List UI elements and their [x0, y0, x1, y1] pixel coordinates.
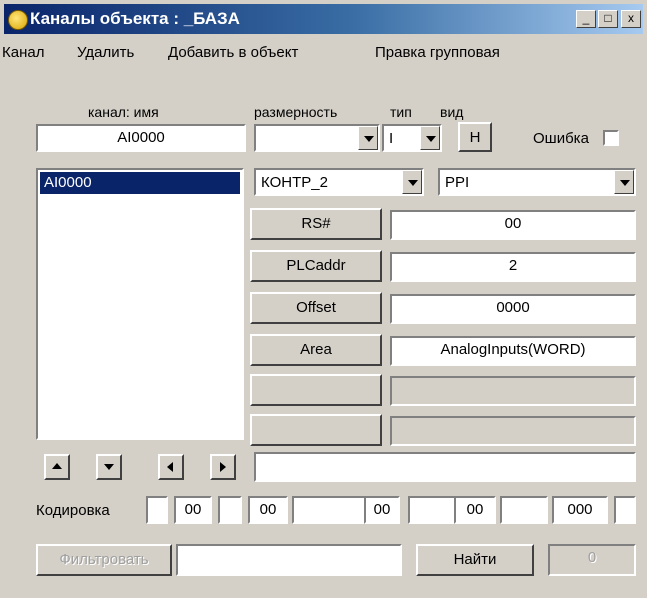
encoding-field-9[interactable] [500, 496, 548, 524]
app-icon [8, 10, 28, 30]
menu-channel[interactable]: Канал [2, 44, 44, 61]
window-title: Каналы объекта : _БАЗА [30, 9, 240, 28]
param-rs-value[interactable]: 00 [390, 210, 636, 240]
param-6-button[interactable] [250, 414, 382, 446]
close-button[interactable]: x [621, 10, 641, 28]
maximize-button[interactable]: □ [598, 10, 618, 28]
encoding-field-6[interactable]: 00 [364, 496, 400, 524]
param-area-button[interactable]: Area [250, 334, 382, 366]
encoding-field-4[interactable]: 00 [248, 496, 288, 524]
encoding-field-8[interactable]: 00 [454, 496, 496, 524]
channel-name-label: канал: имя [88, 104, 159, 120]
param-offset-value[interactable]: 0000 [390, 294, 636, 324]
count-field: 0 [548, 544, 636, 576]
dimension-label: размерность [254, 104, 338, 120]
move-right-icon[interactable] [210, 454, 236, 480]
type-combo[interactable]: I [382, 124, 442, 152]
encoding-label: Кодировка [36, 502, 110, 519]
encoding-field-10[interactable]: 000 [552, 496, 608, 524]
param-6-value [390, 416, 636, 446]
main-panel: канал: имя размерность тип вид AI0000 I … [18, 82, 642, 587]
chevron-down-icon[interactable] [420, 126, 440, 150]
encoding-field-7[interactable] [408, 496, 456, 524]
view-button[interactable]: H [458, 122, 492, 152]
param-5-value [390, 376, 636, 406]
param-plcaddr-value[interactable]: 2 [390, 252, 636, 282]
type-label: тип [390, 104, 412, 120]
menu-group-edit[interactable]: Правка групповая [375, 44, 500, 61]
encoding-field-1[interactable] [146, 496, 168, 524]
chevron-down-icon[interactable] [358, 126, 378, 150]
channel-name-input[interactable]: AI0000 [36, 124, 246, 152]
move-down-icon[interactable] [96, 454, 122, 480]
channel-description-input[interactable] [254, 452, 636, 482]
filter-button[interactable]: Фильтровать [36, 544, 172, 576]
menu-add-to-object[interactable]: Добавить в объект [168, 44, 298, 61]
list-item[interactable]: AI0000 [40, 172, 240, 194]
controller-combo[interactable]: КОНТР_2 [254, 168, 424, 196]
view-label: вид [440, 104, 464, 120]
minimize-button[interactable]: _ [576, 10, 596, 28]
chevron-down-icon[interactable] [614, 170, 634, 194]
param-offset-button[interactable]: Offset [250, 292, 382, 324]
move-up-icon[interactable] [44, 454, 70, 480]
param-area-value[interactable]: AnalogInputs(WORD) [390, 336, 636, 366]
protocol-combo[interactable]: PPI [438, 168, 636, 196]
param-5-button[interactable] [250, 374, 382, 406]
encoding-field-3[interactable] [218, 496, 242, 524]
param-rs-button[interactable]: RS# [250, 208, 382, 240]
chevron-down-icon[interactable] [402, 170, 422, 194]
channels-window: Каналы объекта : _БАЗА _ □ x Канал Удали… [0, 0, 647, 598]
menu-delete[interactable]: Удалить [77, 44, 134, 61]
channel-list[interactable]: AI0000 [36, 168, 244, 440]
filter-input[interactable] [176, 544, 402, 576]
dimension-combo[interactable] [254, 124, 380, 152]
error-label: Ошибка [533, 130, 589, 147]
param-plcaddr-button[interactable]: PLCaddr [250, 250, 382, 282]
encoding-field-5[interactable] [292, 496, 366, 524]
title-bar[interactable]: Каналы объекта : _БАЗА _ □ x [4, 4, 643, 34]
encoding-field-11[interactable] [614, 496, 636, 524]
menu-bar: Канал Удалить Добавить в объект Правка г… [0, 36, 647, 66]
encoding-field-2[interactable]: 00 [174, 496, 212, 524]
find-button[interactable]: Найти [416, 544, 534, 576]
error-checkbox[interactable] [603, 130, 619, 146]
move-left-icon[interactable] [158, 454, 184, 480]
